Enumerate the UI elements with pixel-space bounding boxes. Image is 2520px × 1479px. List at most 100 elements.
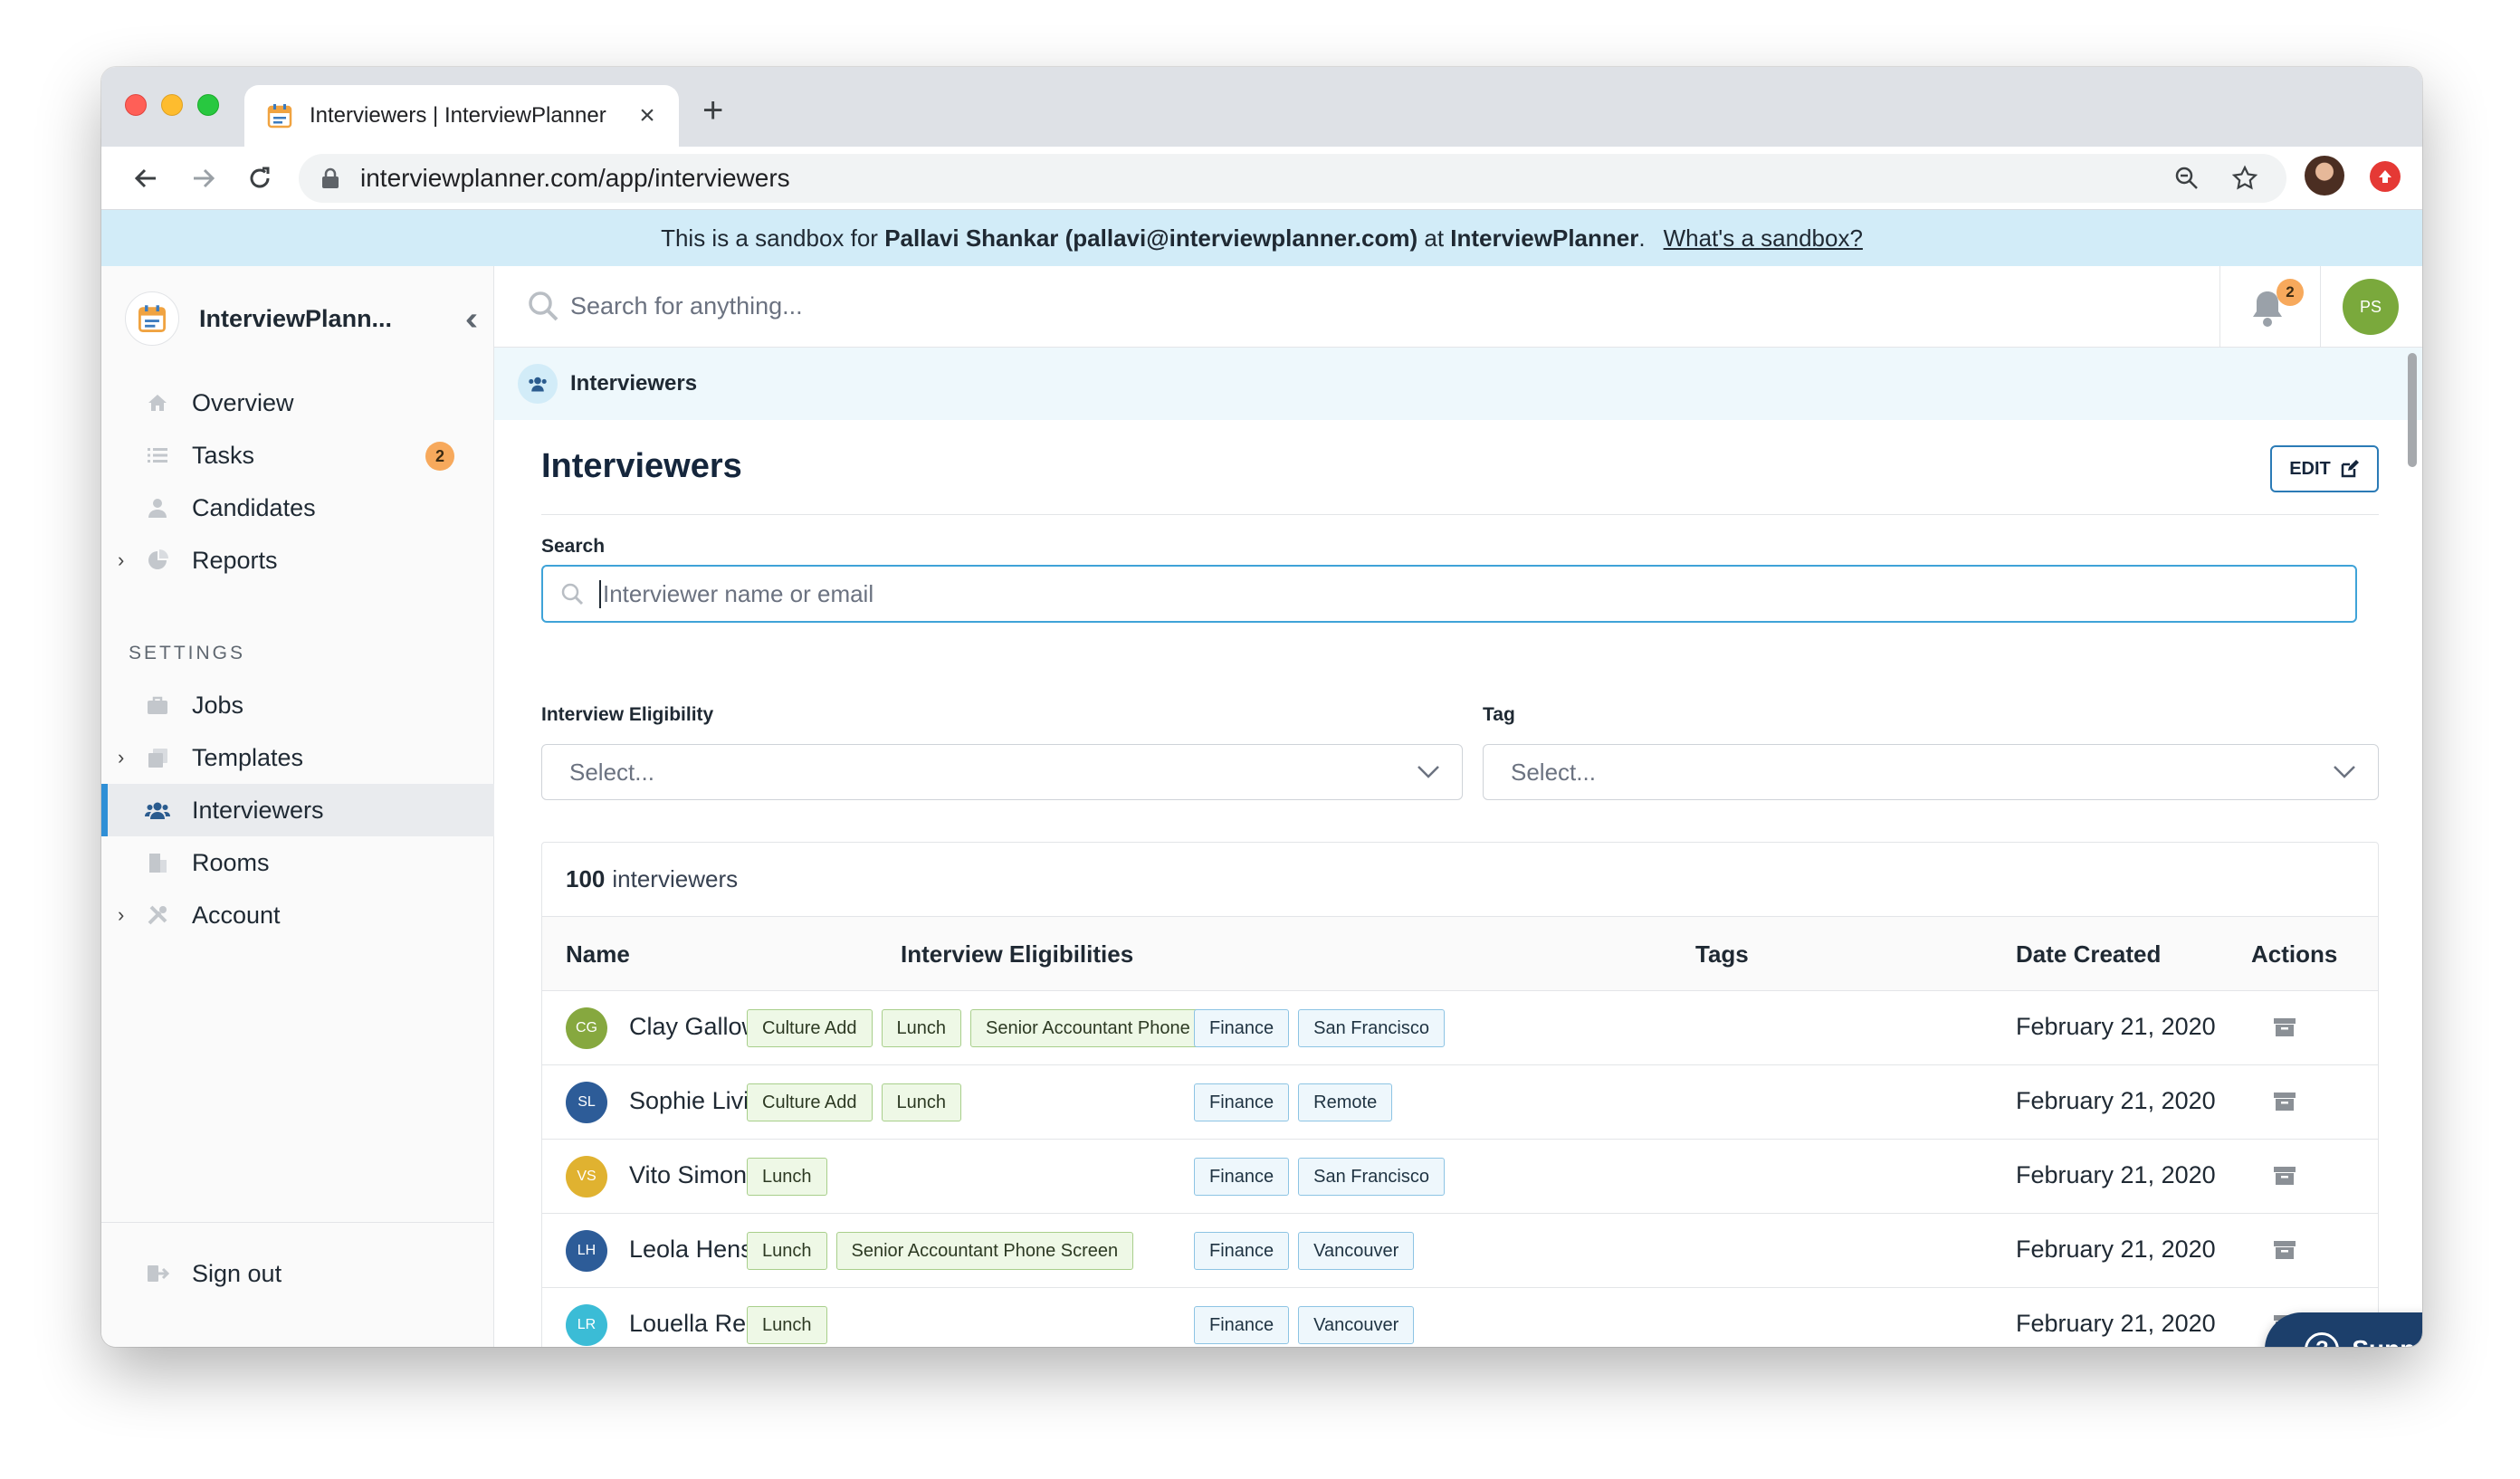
url-text: interviewplanner.com/app/interviewers — [360, 164, 790, 192]
browser-window: Interviewers | InterviewPlanner × + inte… — [101, 67, 2422, 1347]
breadcrumb-label[interactable]: Interviewers — [570, 371, 697, 396]
table-header: Name Interview Eligibilities Tags Date C… — [542, 917, 2378, 991]
sidebar-item-candidates[interactable]: Candidates — [101, 482, 494, 534]
users-icon — [145, 797, 170, 823]
list-icon — [145, 443, 170, 468]
notifications-button[interactable]: 2 — [2219, 266, 2321, 348]
forward-button[interactable] — [185, 159, 223, 197]
back-button[interactable] — [127, 159, 165, 197]
tag-chips: Finance Vancouver — [1194, 1306, 1415, 1344]
interviewers-table: 100 interviewers Name Interview Eligibil… — [541, 842, 2379, 1347]
maximize-window-button[interactable] — [197, 94, 219, 116]
title-divider — [541, 514, 2379, 515]
eligibility-select[interactable]: Select... — [541, 744, 1463, 800]
close-tab-icon[interactable]: × — [634, 102, 661, 129]
eligibility-chip: Lunch — [747, 1306, 827, 1344]
sidebar-item-account[interactable]: › Account — [101, 889, 494, 941]
sidebar-item-tasks[interactable]: Tasks 2 — [101, 429, 494, 482]
eligibility-chip: Senior Accountant Phone Screen — [835, 1232, 1134, 1270]
sandbox-help-link[interactable]: What's a sandbox? — [1664, 224, 1863, 253]
archive-icon[interactable] — [2273, 1016, 2296, 1038]
tag-chip: Vancouver — [1298, 1232, 1415, 1270]
global-search[interactable]: Search for anything... — [525, 288, 803, 324]
sidebar-item-rooms[interactable]: Rooms — [101, 836, 494, 889]
sidebar-item-interviewers[interactable]: Interviewers — [101, 784, 494, 836]
interviewer-name[interactable]: Vito Simon — [629, 1161, 747, 1189]
lock-icon — [322, 167, 339, 188]
breadcrumb: Interviewers — [494, 348, 2422, 420]
results-count-number: 100 — [566, 865, 606, 892]
profile-avatar[interactable] — [2305, 156, 2344, 196]
support-button[interactable]: ? Support — [2265, 1312, 2422, 1347]
table-row[interactable]: VS Vito Simon Lunch Finance San Francisco Feb… — [542, 1140, 2378, 1214]
edit-button[interactable]: EDIT — [2270, 445, 2379, 492]
main-content: Search for anything... 2 PS Interviewers… — [494, 266, 2422, 1347]
table-row[interactable]: LH Leola Hensley Lunch Senior Accountant Ph… — [542, 1214, 2378, 1288]
page-scrollbar[interactable] — [2402, 348, 2422, 1347]
eligibility-label: Interview Eligibility — [541, 704, 714, 725]
eligibility-chips: Lunch — [747, 1158, 827, 1196]
interviewer-name[interactable]: Louella Reid — [629, 1310, 765, 1338]
sidebar-item-label: Reports — [192, 546, 278, 574]
banner-mid: at — [1424, 224, 1445, 252]
interviewer-search-input[interactable] — [599, 579, 2355, 608]
results-count-label: interviewers — [612, 865, 739, 892]
sidebar-item-overview[interactable]: Overview — [101, 377, 494, 429]
tag-chip: Finance — [1194, 1009, 1290, 1047]
archive-icon[interactable] — [2273, 1091, 2296, 1112]
app: InterviewPlann... ‹‹ Overview Tasks 2 Ca… — [101, 266, 2422, 1347]
banner-user: Pallavi Shankar (pallavi@interviewplanne… — [884, 224, 1418, 252]
results-count: 100 interviewers — [542, 843, 2378, 917]
brand-name: InterviewPlann... — [199, 304, 393, 332]
avatar: CG — [566, 1007, 607, 1049]
column-header-date[interactable]: Date Created — [2016, 940, 2161, 969]
eligibility-chip: Lunch — [747, 1158, 827, 1196]
reload-icon — [250, 167, 270, 188]
table-row[interactable]: SL Sophie Livingston Culture Add Lunch Finan… — [542, 1065, 2378, 1140]
user-avatar[interactable]: PS — [2343, 279, 2399, 335]
browser-toolbar: interviewplanner.com/app/interviewers — [101, 147, 2422, 210]
sidebar-item-jobs[interactable]: Jobs — [101, 679, 494, 731]
global-search-placeholder: Search for anything... — [570, 291, 803, 320]
tag-chip: Finance — [1194, 1232, 1290, 1270]
tag-chips: Finance San Francisco — [1194, 1009, 1445, 1047]
table-row[interactable]: CG Clay Galloway Culture Add Lunch Senior Ac… — [542, 991, 2378, 1065]
copy-icon — [145, 745, 170, 770]
tag-select[interactable]: Select... — [1483, 744, 2379, 800]
brand-logo — [125, 291, 179, 346]
tab-title: Interviewers | InterviewPlanner — [310, 103, 606, 128]
date-created: February 21, 2020 — [2016, 1013, 2216, 1040]
chevron-right-icon: › — [118, 903, 125, 926]
tasks-count-badge: 2 — [425, 442, 454, 471]
eligibility-chip: Lunch — [881, 1083, 962, 1121]
column-header-name[interactable]: Name — [566, 940, 630, 969]
avatar: VS — [566, 1156, 607, 1198]
scrollbar-thumb[interactable] — [2408, 353, 2417, 467]
sidebar-item-templates[interactable]: › Templates — [101, 731, 494, 784]
sign-out-button[interactable]: Sign out — [101, 1247, 494, 1300]
sidebar-item-label: Candidates — [192, 493, 316, 521]
archive-icon[interactable] — [2273, 1165, 2296, 1187]
arrow-up-icon — [2379, 170, 2391, 183]
eligibility-chip: Lunch — [881, 1009, 962, 1047]
interviewer-search-field[interactable] — [541, 565, 2357, 623]
table-row[interactable]: LR Louella Reid Lunch Finance Vancouver Febru… — [542, 1288, 2378, 1347]
chevron-right-icon: › — [118, 549, 125, 571]
browser-tab[interactable]: Interviewers | InterviewPlanner × — [244, 85, 679, 147]
eligibility-chips: Culture Add Lunch Senior Accountant Phone … — [747, 1009, 1268, 1047]
sidebar-item-reports[interactable]: › Reports — [101, 534, 494, 587]
new-tab-button[interactable]: + — [702, 92, 723, 129]
extension-icon[interactable] — [2370, 161, 2401, 192]
avatar: LH — [566, 1230, 607, 1272]
tag-chip: Finance — [1194, 1306, 1290, 1344]
notification-count-badge: 2 — [2277, 279, 2304, 306]
collapse-sidebar-icon[interactable]: ‹‹ — [465, 300, 478, 338]
bookmark-button[interactable] — [2225, 158, 2265, 198]
zoom-button[interactable] — [2167, 158, 2207, 198]
minimize-window-button[interactable] — [161, 94, 183, 116]
address-bar[interactable]: interviewplanner.com/app/interviewers — [299, 154, 2286, 203]
tag-select-value: Select... — [1511, 758, 1596, 786]
close-window-button[interactable] — [125, 94, 147, 116]
archive-icon[interactable] — [2273, 1239, 2296, 1261]
reload-button[interactable] — [241, 159, 279, 197]
